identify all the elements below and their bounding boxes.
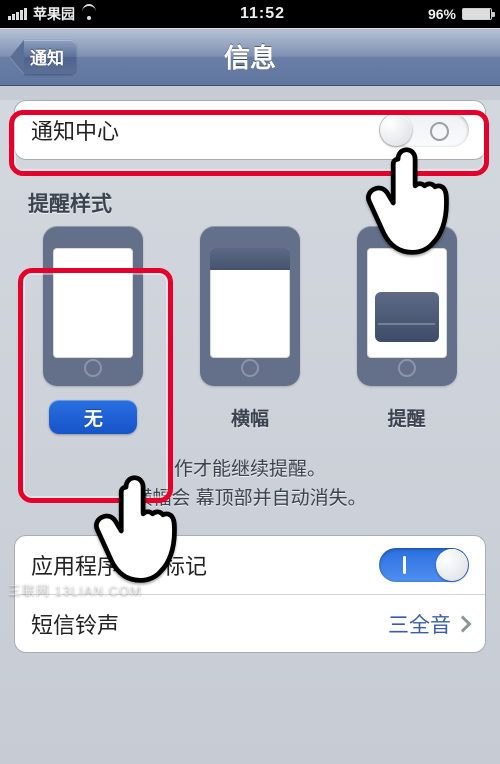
alert-style-label: 无 [49,400,137,434]
phone-preview-icon [357,226,457,386]
status-bar: 苹果园 11:52 96% [0,0,500,28]
wifi-icon [81,8,97,20]
phone-preview-icon [200,226,300,386]
sound-cell[interactable]: 短信铃声 三全音 [15,594,485,652]
alert-style-alert[interactable]: 提醒 [337,226,476,434]
watermark: 三联网 13LIAN.COM [8,580,142,599]
badge-label: 应用程序图标标记 [31,549,207,581]
chevron-right-icon [455,615,472,632]
notification-center-group: 通知中心 [14,100,486,160]
alert-style-none[interactable]: 无 [24,226,163,434]
back-button[interactable]: 通知 [10,39,76,74]
alert-style-help: 作才能继续提醒。 横幅会 幕顶部并自动消失。 [28,456,472,513]
notification-center-label: 通知中心 [31,114,119,146]
chevron-left-icon [10,40,24,74]
alert-style-header: 提醒样式 [28,188,472,218]
back-label: 通知 [24,40,76,74]
nav-bar: 通知 信息 [0,28,500,86]
alert-style-banner[interactable]: 横幅 [181,226,320,434]
badge-toggle[interactable] [379,548,469,582]
sound-value: 三全音 [388,609,451,639]
battery-percent: 96% [428,6,456,22]
page-title: 信息 [224,38,276,75]
carrier-label: 苹果园 [33,4,75,24]
alert-style-label: 提醒 [363,400,451,434]
battery-icon [462,8,492,20]
notification-center-cell[interactable]: 通知中心 [15,101,485,159]
notification-center-toggle[interactable] [379,113,469,147]
alert-style-options: 无 横幅 提醒 [24,226,476,434]
alert-style-label: 横幅 [206,400,294,434]
clock: 11:52 [97,5,428,23]
sound-label: 短信铃声 [31,608,119,640]
content: 通知中心 提醒样式 无 横幅 提醒 作才能继续提醒。 横幅会 幕顶部并自动消失。… [0,100,500,764]
signal-icon [8,8,27,20]
phone-preview-icon [43,226,143,386]
